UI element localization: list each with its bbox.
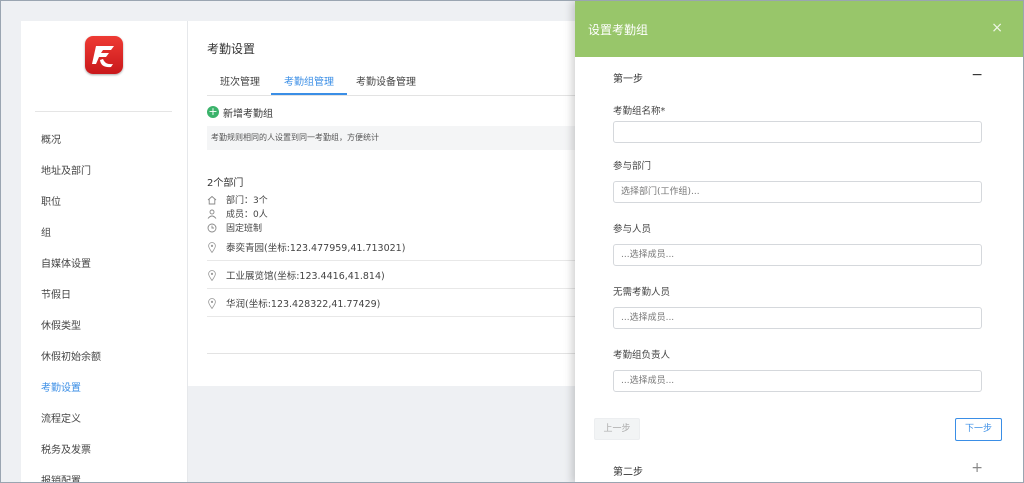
collapse-minus-icon[interactable]: − xyxy=(971,68,983,82)
info-members: 成员：0人 xyxy=(207,207,268,220)
add-attendance-group-label: 新增考勤组 xyxy=(223,108,273,120)
info-members-text: 成员：0人 xyxy=(226,210,268,220)
app-logo-icon[interactable] xyxy=(85,36,123,74)
sidebar-item-holidays[interactable]: 节假日 xyxy=(21,280,187,311)
location-row[interactable]: 工业展览馆(坐标:123.4416,41.814) xyxy=(207,262,588,289)
add-attendance-group-button[interactable]: + 新增考勤组 xyxy=(207,105,273,120)
tab-bar: 班次管理 考勤组管理 考勤设备管理 xyxy=(207,73,588,96)
group-owner-label: 考勤组负责人 xyxy=(613,350,671,361)
sidebar: 概况 地址及部门 职位 组 自媒体设置 节假日 休假类型 休假初始余额 考勤设置… xyxy=(21,21,188,482)
clock-icon xyxy=(207,223,217,233)
tab-attendance-group-management[interactable]: 考勤组管理 xyxy=(271,73,347,95)
sidebar-menu: 概况 地址及部门 职位 组 自媒体设置 节假日 休假类型 休假初始余额 考勤设置… xyxy=(21,125,187,482)
hint-banner: 考勤规则相同的人设置到同一考勤组，方便统计 xyxy=(207,126,588,150)
sidebar-item-reimbursement[interactable]: 报销配置 xyxy=(21,466,187,482)
next-step-button[interactable]: 下一步 xyxy=(955,418,1002,441)
page-title: 考勤设置 xyxy=(207,42,256,56)
section-divider xyxy=(207,353,588,354)
sidebar-item-media-settings[interactable]: 自媒体设置 xyxy=(21,249,187,280)
location-pin-icon xyxy=(207,269,217,281)
departments-label: 参与部门 xyxy=(613,161,652,172)
exempt-members-select[interactable] xyxy=(613,307,982,329)
departments-select[interactable] xyxy=(613,181,982,203)
drawer-header: 设置考勤组 × xyxy=(575,1,1023,57)
tab-shift-management[interactable]: 班次管理 xyxy=(220,73,260,93)
sidebar-item-leave-balance[interactable]: 休假初始余额 xyxy=(21,342,187,373)
sidebar-item-address-department[interactable]: 地址及部门 xyxy=(21,156,187,187)
info-shift: 固定班制 xyxy=(207,221,262,234)
group-name-input[interactable] xyxy=(613,121,982,143)
app-window: 概况 地址及部门 职位 组 自媒体设置 节假日 休假类型 休假初始余额 考勤设置… xyxy=(0,0,1024,483)
location-text: 工业展览馆(坐标:123.4416,41.814) xyxy=(226,271,385,282)
tab-attendance-device-management[interactable]: 考勤设备管理 xyxy=(356,73,416,93)
step-two-label: 第二步 xyxy=(613,467,643,478)
drawer-title: 设置考勤组 xyxy=(588,23,649,37)
participants-label: 参与人员 xyxy=(613,224,652,235)
participants-select[interactable] xyxy=(613,244,982,266)
plus-circle-icon: + xyxy=(207,105,219,118)
step-two-header[interactable]: 第二步 + xyxy=(613,461,983,478)
department-count: 2个部门 xyxy=(207,178,244,189)
group-owner-select[interactable] xyxy=(613,370,982,392)
location-row[interactable]: 华润(坐标:123.428322,41.77429) xyxy=(207,290,588,317)
location-pin-icon xyxy=(207,297,217,309)
main-panel: 考勤设置 班次管理 考勤组管理 考勤设备管理 + 新增考勤组 考勤规则相同的人设… xyxy=(188,21,588,386)
step-one-header[interactable]: 第一步 − xyxy=(613,68,983,85)
close-icon[interactable]: × xyxy=(991,20,1003,36)
info-departments-text: 部门：3个 xyxy=(226,196,268,206)
sidebar-item-tax-invoice[interactable]: 税务及发票 xyxy=(21,435,187,466)
info-shift-text: 固定班制 xyxy=(226,224,263,234)
location-text: 泰奕青园(坐标:123.477959,41.713021) xyxy=(226,243,406,254)
step-one-label: 第一步 xyxy=(613,74,643,85)
sidebar-item-position[interactable]: 职位 xyxy=(21,187,187,218)
info-departments: 部门：3个 xyxy=(207,193,268,206)
location-pin-icon xyxy=(207,241,217,253)
exempt-members-label: 无需考勤人员 xyxy=(613,287,671,298)
sidebar-item-process-definition[interactable]: 流程定义 xyxy=(21,404,187,435)
expand-plus-icon[interactable]: + xyxy=(971,461,983,475)
location-text: 华润(坐标:123.428322,41.77429) xyxy=(226,299,381,310)
sidebar-item-overview[interactable]: 概况 xyxy=(21,125,187,156)
group-name-label: 考勤组名称* xyxy=(613,106,666,117)
sidebar-item-group[interactable]: 组 xyxy=(21,218,187,249)
location-row[interactable]: 泰奕青园(坐标:123.477959,41.713021) xyxy=(207,234,588,261)
sidebar-item-attendance-settings[interactable]: 考勤设置 xyxy=(21,373,187,404)
sidebar-item-leave-types[interactable]: 休假类型 xyxy=(21,311,187,342)
sidebar-divider xyxy=(35,111,172,112)
home-icon xyxy=(207,195,217,205)
previous-step-button[interactable]: 上一步 xyxy=(594,418,640,440)
user-icon xyxy=(207,209,217,219)
attendance-group-drawer: 设置考勤组 × 第一步 − 考勤组名称* 参与部门 参与人员 无需考勤人员 考勤… xyxy=(575,1,1023,482)
